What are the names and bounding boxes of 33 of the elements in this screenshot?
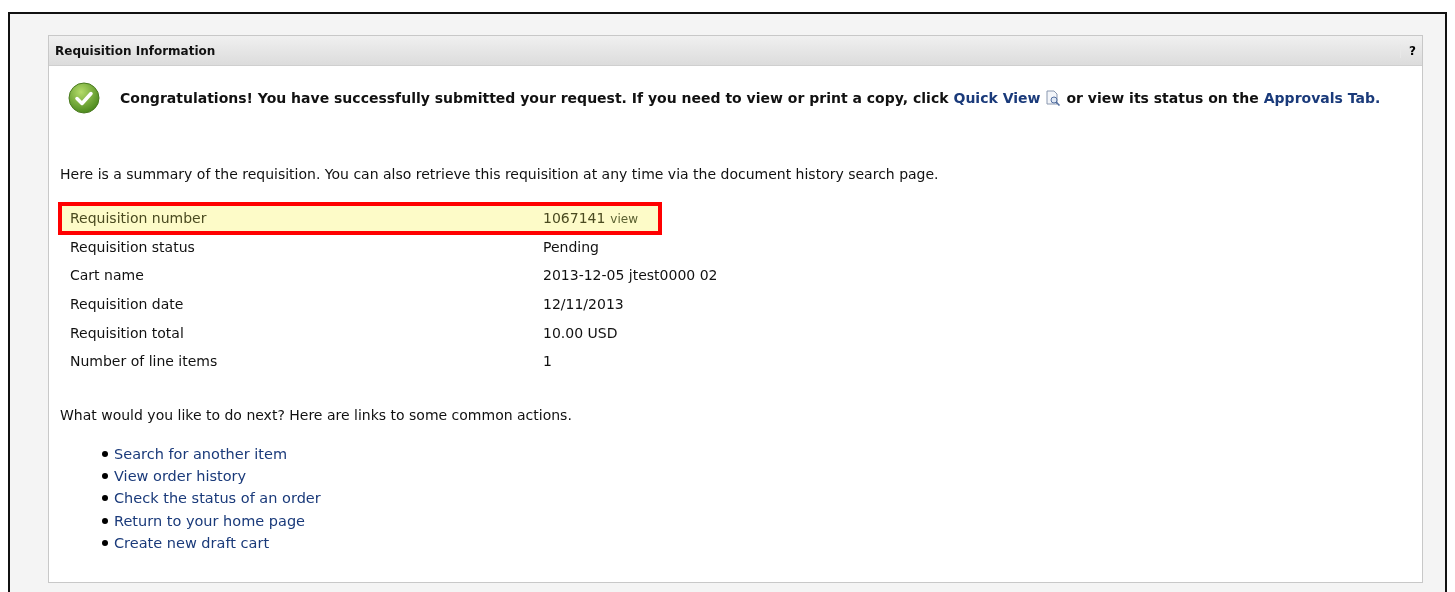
- bullet-icon: [102, 450, 108, 457]
- row-label: Number of line items: [70, 353, 219, 370]
- summary-text: Here is a summary of the requisition. You can also retrieve this requisition at any time via the document history search page.: [60, 166, 940, 182]
- success-message: or view its status on the: [1066, 90, 1259, 106]
- action-link[interactable]: View order history: [114, 468, 247, 484]
- bullet-icon: [102, 473, 108, 479]
- row-label: Requisition number: [70, 210, 208, 227]
- bullet-icon: [102, 495, 108, 502]
- next-prompt: What would you like to do next? Here are links to some common actions.: [60, 406, 573, 423]
- action-link[interactable]: Create new draft cart: [114, 534, 270, 551]
- panel-title: Requisition Information: [55, 43, 216, 58]
- message-link[interactable]: Approvals Tab.: [1263, 90, 1381, 106]
- document-magnifier-icon[interactable]: [1045, 90, 1062, 106]
- bullet-icon: [102, 539, 108, 546]
- view-link[interactable]: view: [610, 212, 638, 227]
- action-link[interactable]: Return to your home page: [114, 512, 306, 529]
- row-value: Pending: [543, 238, 600, 255]
- row-value: 1067141 view: [543, 210, 639, 227]
- success-message: Congratulations! You have successfully submitted your request. If you need to view or print a copy, click: [120, 90, 949, 106]
- row-value: 12/11/2013: [543, 296, 625, 313]
- message-link[interactable]: Quick View: [953, 90, 1041, 106]
- row-value: 1: [543, 353, 553, 370]
- success-check-icon: [68, 82, 100, 114]
- row-value: 2013-12-05 jtest0000 02: [543, 267, 718, 284]
- action-link[interactable]: Check the status of an order: [114, 490, 321, 507]
- bullet-icon: [102, 517, 108, 524]
- help-button[interactable]: ?: [1400, 43, 1416, 58]
- row-label: Requisition date: [70, 296, 185, 313]
- row-label: Requisition total: [70, 324, 185, 341]
- action-link[interactable]: Search for another item: [114, 445, 288, 462]
- row-label: Cart name: [70, 267, 145, 284]
- row-value: 10.00 USD: [543, 324, 619, 341]
- row-label: Requisition status: [70, 238, 196, 255]
